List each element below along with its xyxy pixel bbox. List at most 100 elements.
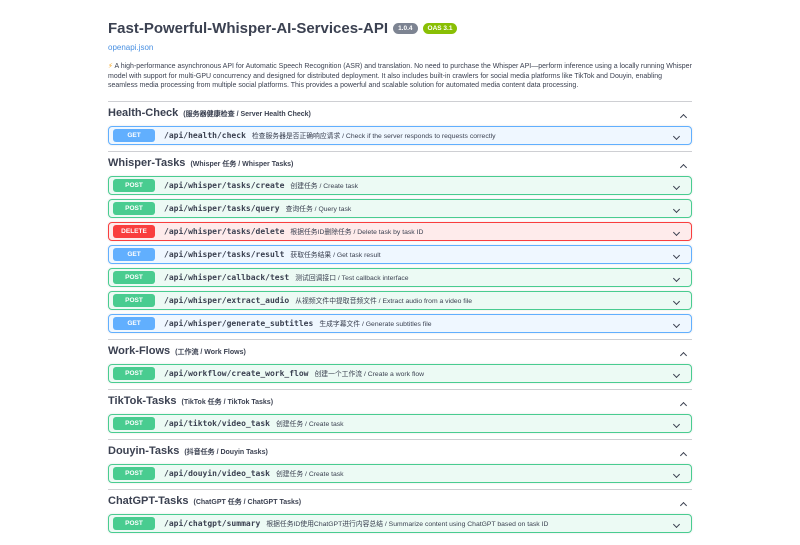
operation-row[interactable]: POST /api/whisper/tasks/query 查询任务 / Que… — [108, 199, 692, 218]
operation-path: /api/whisper/tasks/create — [164, 181, 284, 190]
tag-title: Douyin-Tasks — [108, 445, 179, 457]
tag-header[interactable]: TikTok-Tasks (TikTok 任务 / TikTok Tasks) — [108, 394, 692, 409]
operation-path: /api/chatgpt/summary — [164, 519, 260, 528]
operation-summary: 根据任务ID删除任务 / Delete task by task ID — [290, 226, 668, 236]
expand-operation-button[interactable] — [668, 176, 685, 195]
operation-row[interactable]: POST /api/chatgpt/summary 根据任务ID使用ChatGP… — [108, 514, 692, 533]
operation-path: /api/whisper/tasks/result — [164, 250, 284, 259]
expand-operation-button[interactable] — [668, 314, 685, 333]
operation-row[interactable]: GET /api/health/check 检查服务器是否正确响应请求 / Ch… — [108, 126, 692, 145]
tag-subtitle: (TikTok 任务 / TikTok Tasks) — [181, 397, 273, 407]
oas-badge: OAS 3.1 — [423, 23, 458, 34]
tag-header[interactable]: Whisper-Tasks (Whisper 任务 / Whisper Task… — [108, 156, 692, 171]
operation-row[interactable]: GET /api/whisper/tasks/result 获取任务结果 / G… — [108, 245, 692, 264]
tag-subtitle: (服务器健康检查 / Server Health Check) — [183, 109, 311, 119]
operation-summary: 创建一个工作流 / Create a work flow — [315, 368, 669, 378]
chevron-up-icon — [680, 401, 687, 408]
method-badge: POST — [113, 179, 155, 192]
chevron-down-icon — [673, 228, 680, 235]
collapse-section-button[interactable] — [675, 154, 692, 173]
operation-path: /api/health/check — [164, 131, 246, 140]
chevron-down-icon — [673, 320, 680, 327]
expand-operation-button[interactable] — [668, 126, 685, 145]
chevron-up-icon — [680, 501, 687, 508]
operation-summary: 创建任务 / Create task — [276, 418, 668, 428]
api-title: Fast-Powerful-Whisper-AI-Services-API — [108, 20, 388, 37]
tag-section: ChatGPT-Tasks (ChatGPT 任务 / ChatGPT Task… — [108, 489, 692, 539]
tag-header[interactable]: Health-Check (服务器健康检查 / Server Health Ch… — [108, 106, 692, 121]
section-operations: POST /api/tiktok/video_task 创建任务 / Creat… — [108, 414, 692, 433]
tag-header[interactable]: Work-Flows (工作流 / Work Flows) — [108, 344, 692, 359]
tag-title: Health-Check — [108, 107, 178, 119]
collapse-section-button[interactable] — [675, 392, 692, 411]
section-operations: GET /api/health/check 检查服务器是否正确响应请求 / Ch… — [108, 126, 692, 145]
lightning-icon: ⚡ — [108, 63, 113, 70]
tag-subtitle: (Whisper 任务 / Whisper Tasks) — [190, 159, 293, 169]
operation-path: /api/whisper/extract_audio — [164, 296, 289, 305]
operation-summary: 获取任务结果 / Get task result — [290, 249, 668, 259]
collapse-section-button[interactable] — [675, 342, 692, 361]
operation-summary: 查询任务 / Query task — [286, 203, 668, 213]
operation-row[interactable]: POST /api/whisper/extract_audio 从视频文件中提取… — [108, 291, 692, 310]
collapse-section-button[interactable] — [675, 104, 692, 123]
method-badge: POST — [113, 202, 155, 215]
api-description-text: A high-performance asynchronous API for … — [108, 63, 692, 89]
method-badge: POST — [113, 467, 155, 480]
swagger-ui: Fast-Powerful-Whisper-AI-Services-API 1.… — [108, 0, 692, 539]
operation-row[interactable]: POST /api/tiktok/video_task 创建任务 / Creat… — [108, 414, 692, 433]
operation-row[interactable]: POST /api/douyin/video_task 创建任务 / Creat… — [108, 464, 692, 483]
operation-path: /api/whisper/callback/test — [164, 273, 289, 282]
tag-header[interactable]: Douyin-Tasks (抖音任务 / Douyin Tasks) — [108, 444, 692, 459]
tag-section: Douyin-Tasks (抖音任务 / Douyin Tasks) POST … — [108, 439, 692, 489]
chevron-up-icon — [680, 451, 687, 458]
chevron-down-icon — [673, 520, 680, 527]
operation-path: /api/whisper/generate_subtitles — [164, 319, 313, 328]
expand-operation-button[interactable] — [668, 222, 685, 241]
method-badge: POST — [113, 294, 155, 307]
chevron-up-icon — [680, 163, 687, 170]
operation-summary: 根据任务ID使用ChatGPT进行内容总结 / Summarize conten… — [266, 518, 668, 528]
operation-summary: 检查服务器是否正确响应请求 / Check if the server resp… — [252, 130, 668, 140]
tag-title: TikTok-Tasks — [108, 395, 176, 407]
tag-title: Work-Flows — [108, 345, 170, 357]
operation-row[interactable]: POST /api/workflow/create_work_flow 创建一个… — [108, 364, 692, 383]
expand-operation-button[interactable] — [668, 291, 685, 310]
section-operations: POST /api/whisper/tasks/create 创建任务 / Cr… — [108, 176, 692, 333]
operation-summary: 从视频文件中提取音频文件 / Extract audio from a vide… — [295, 295, 668, 305]
expand-operation-button[interactable] — [668, 268, 685, 287]
chevron-down-icon — [673, 370, 680, 377]
chevron-down-icon — [673, 132, 680, 139]
expand-operation-button[interactable] — [668, 364, 685, 383]
expand-operation-button[interactable] — [668, 199, 685, 218]
expand-operation-button[interactable] — [668, 514, 685, 533]
section-operations: POST /api/chatgpt/summary 根据任务ID使用ChatGP… — [108, 514, 692, 533]
chevron-down-icon — [673, 274, 680, 281]
expand-operation-button[interactable] — [668, 414, 685, 433]
operation-path: /api/douyin/video_task — [164, 469, 270, 478]
method-badge: POST — [113, 417, 155, 430]
api-title-row: Fast-Powerful-Whisper-AI-Services-API 1.… — [108, 20, 692, 37]
operation-path: /api/tiktok/video_task — [164, 419, 270, 428]
chevron-down-icon — [673, 420, 680, 427]
operation-row[interactable]: GET /api/whisper/generate_subtitles 生成字幕… — [108, 314, 692, 333]
method-badge: GET — [113, 129, 155, 142]
expand-operation-button[interactable] — [668, 464, 685, 483]
operation-row[interactable]: POST /api/whisper/callback/test 测试回调接口 /… — [108, 268, 692, 287]
collapse-section-button[interactable] — [675, 442, 692, 461]
openapi-json-link[interactable]: openapi.json — [108, 43, 153, 52]
operation-row[interactable]: POST /api/whisper/tasks/create 创建任务 / Cr… — [108, 176, 692, 195]
collapse-section-button[interactable] — [675, 492, 692, 511]
expand-operation-button[interactable] — [668, 245, 685, 264]
tag-section: Whisper-Tasks (Whisper 任务 / Whisper Task… — [108, 151, 692, 339]
chevron-down-icon — [673, 251, 680, 258]
tag-subtitle: (工作流 / Work Flows) — [175, 347, 246, 357]
chevron-up-icon — [680, 113, 687, 120]
method-badge: DELETE — [113, 225, 155, 238]
operation-path: /api/whisper/tasks/query — [164, 204, 280, 213]
tag-header[interactable]: ChatGPT-Tasks (ChatGPT 任务 / ChatGPT Task… — [108, 494, 692, 509]
operation-row[interactable]: DELETE /api/whisper/tasks/delete 根据任务ID删… — [108, 222, 692, 241]
operation-summary: 生成字幕文件 / Generate subtitles file — [319, 318, 668, 328]
chevron-up-icon — [680, 351, 687, 358]
method-badge: POST — [113, 271, 155, 284]
operation-summary: 创建任务 / Create task — [276, 468, 668, 478]
